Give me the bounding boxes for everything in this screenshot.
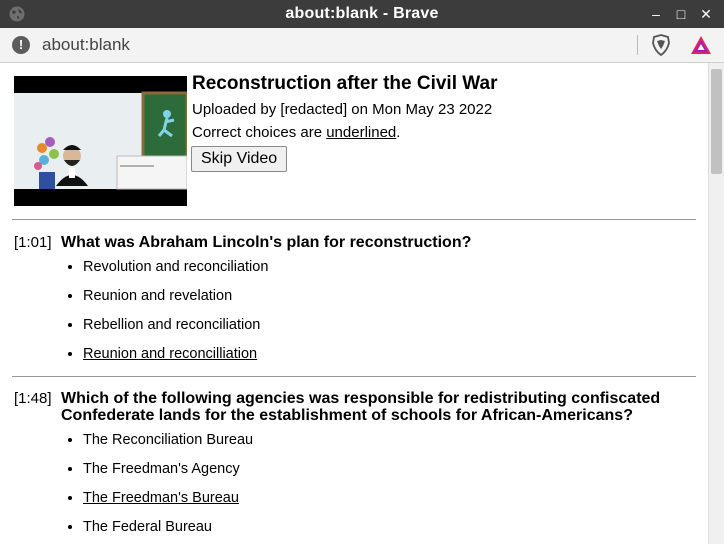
- choice-item: The Federal Bureau: [83, 519, 704, 544]
- toolbar-divider: [637, 35, 638, 55]
- correct-note-suffix: .: [396, 124, 401, 141]
- question-text: Which of the following agencies was resp…: [61, 390, 661, 424]
- brave-shields-icon[interactable]: [651, 34, 671, 56]
- skip-video-button[interactable]: Skip Video: [191, 146, 288, 172]
- divider: [12, 219, 696, 220]
- choice-item: Revolution and reconciliation: [83, 259, 704, 288]
- maximize-button[interactable]: □: [671, 4, 691, 24]
- scrollbar-thumb[interactable]: [711, 69, 722, 174]
- question-text: What was Abraham Lincoln's plan for reco…: [61, 234, 472, 251]
- lincoln-classroom-illustration: [14, 91, 187, 190]
- divider: [12, 376, 696, 377]
- correct-note: Correct choices are underlined.: [192, 124, 497, 141]
- upload-info: Uploaded by [redacted] on Mon May 23 202…: [192, 101, 493, 118]
- window-title: about:blank - Brave: [285, 5, 439, 22]
- question-1: [1:01] What was Abraham Lincoln's plan f…: [14, 234, 704, 375]
- video-thumbnail[interactable]: [14, 76, 187, 206]
- choice-list: Revolution and reconciliation Reunion an…: [14, 259, 704, 375]
- choice-item-correct: Reunion and reconcilliation: [83, 346, 704, 375]
- minimize-button[interactable]: –: [646, 4, 666, 24]
- question-2: [1:48] Which of the following agencies w…: [14, 390, 704, 544]
- video-title: Reconstruction after the Civil War: [192, 73, 498, 94]
- choice-item-correct: The Freedman's Bureau: [83, 490, 704, 519]
- choice-list: The Reconciliation Bureau The Freedman's…: [14, 432, 704, 544]
- choice-item: Rebellion and reconciliation: [83, 317, 704, 346]
- close-button[interactable]: ✕: [696, 4, 716, 24]
- choice-item: The Reconciliation Bureau: [83, 432, 704, 461]
- question-timestamp[interactable]: [1:01]: [14, 234, 52, 251]
- choice-item: Reunion and revelation: [83, 288, 704, 317]
- question-timestamp[interactable]: [1:48]: [14, 390, 52, 407]
- correct-note-prefix: Correct choices are: [192, 124, 327, 141]
- choice-item: The Freedman's Agency: [83, 461, 704, 490]
- video-header: Reconstruction after the Civil War Uploa…: [192, 73, 497, 141]
- page-content: Reconstruction after the Civil War Uploa…: [0, 63, 708, 544]
- vertical-scrollbar[interactable]: [708, 63, 724, 544]
- url-field[interactable]: about:blank: [42, 35, 130, 55]
- address-bar: ! about:blank: [0, 28, 724, 63]
- site-info-icon[interactable]: !: [12, 36, 30, 54]
- correct-note-underlined: underlined: [326, 124, 397, 141]
- brave-rewards-icon[interactable]: [690, 34, 712, 56]
- window-titlebar: about:blank - Brave – □ ✕: [0, 0, 724, 28]
